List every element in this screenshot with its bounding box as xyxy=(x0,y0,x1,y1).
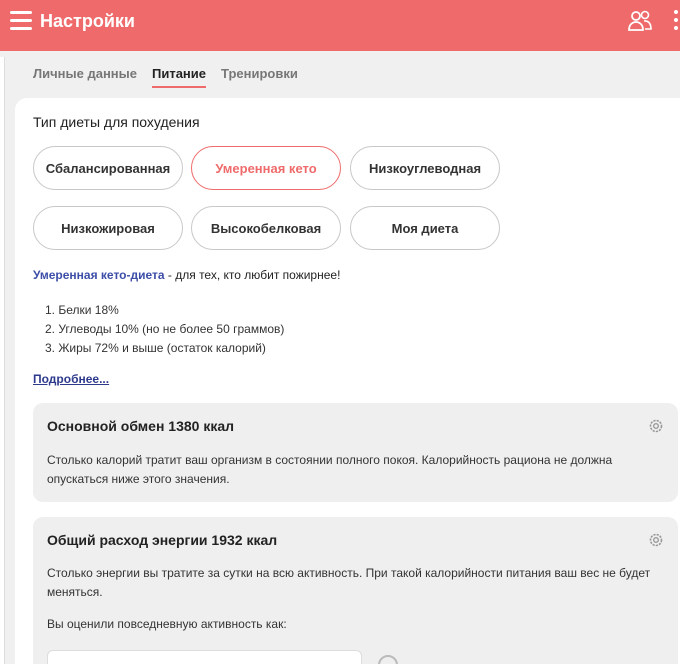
macros-list: 1. Белки 18% 2. Углеводы 10% (но не боле… xyxy=(45,301,284,358)
diet-option-balanced[interactable]: Сбалансированная xyxy=(33,146,183,190)
users-icon[interactable] xyxy=(627,10,653,32)
settings-card: Тип диеты для похудения Сбалансированная… xyxy=(15,98,680,664)
tab-workouts[interactable]: Тренировки xyxy=(221,66,298,81)
more-link[interactable]: Подробнее... xyxy=(33,372,109,386)
diet-option-custom[interactable]: Моя диета xyxy=(350,206,500,250)
kebab-icon[interactable] xyxy=(672,10,680,34)
tdee-text: Столько энергии вы тратите за сутки на в… xyxy=(47,566,651,599)
list-item: 2. Углеводы 10% (но не более 50 граммов) xyxy=(45,322,285,336)
side-panel-edge xyxy=(0,57,5,664)
activity-prompt: Вы оценили повседневную активность как: xyxy=(47,617,287,631)
gear-icon[interactable] xyxy=(648,532,664,548)
bmr-title: Основной обмен 1380 ккал xyxy=(47,418,235,434)
page-title: Настройки xyxy=(40,11,135,31)
app-header: Настройки xyxy=(0,0,680,51)
diet-option-low-carb[interactable]: Низкоуглеводная xyxy=(350,146,500,190)
tdee-box: Общий расход энергии 1932 ккал Столько э… xyxy=(33,517,678,664)
bmr-text: Столько калорий тратит ваш организм в со… xyxy=(47,453,613,486)
hamburger-icon[interactable] xyxy=(10,11,32,31)
diet-option-moderate-keto[interactable]: Умеренная кето xyxy=(191,146,341,190)
diet-description: Умеренная кето-диета - для тех, кто люби… xyxy=(33,268,340,282)
activity-select[interactable] xyxy=(47,650,362,664)
diet-section-title: Тип диеты для похудения xyxy=(33,114,200,130)
tdee-title: Общий расход энергии 1932 ккал xyxy=(47,532,278,548)
diet-option-high-protein[interactable]: Высокобелковая xyxy=(191,206,341,250)
list-item: 3. Жиры 72% и выше (остаток калорий) xyxy=(45,341,266,355)
bmr-box: Основной обмен 1380 ккал Столько калорий… xyxy=(33,403,678,502)
tab-nutrition[interactable]: Питание xyxy=(152,66,207,88)
list-item: 1. Белки 18% xyxy=(45,303,119,317)
tab-personal[interactable]: Личные данные xyxy=(33,66,137,81)
diet-option-low-fat[interactable]: Низкожировая xyxy=(33,206,183,250)
diet-tagline: - для тех, кто любит пожирнее! xyxy=(164,268,341,282)
diet-name: Умеренная кето-диета xyxy=(33,268,165,282)
gear-icon[interactable] xyxy=(648,418,664,434)
